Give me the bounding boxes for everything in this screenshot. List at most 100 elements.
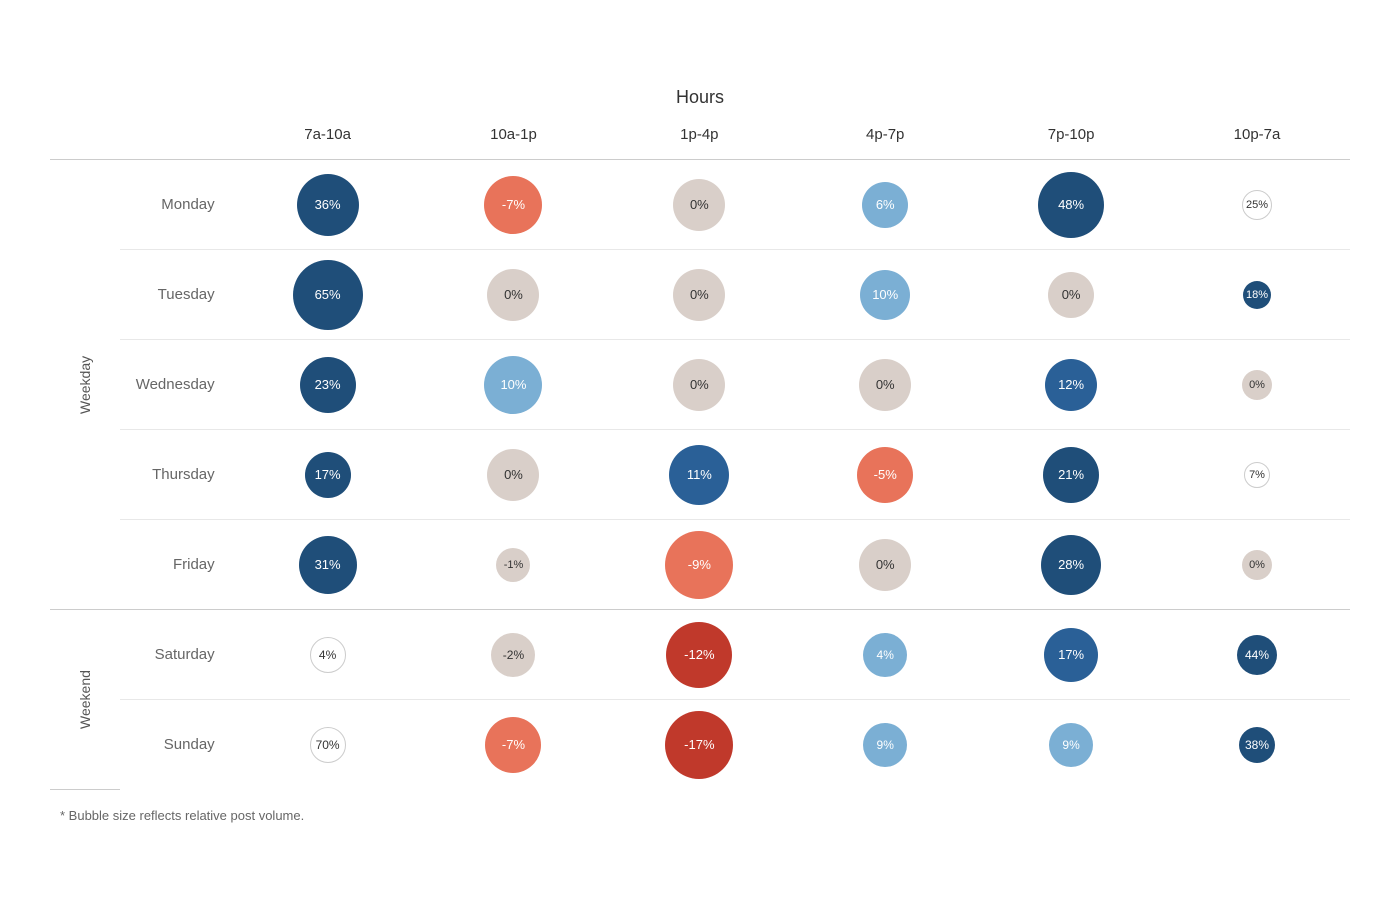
day-label-friday: Friday <box>120 520 235 610</box>
col-header-4: 7p-10p <box>978 118 1164 160</box>
bubble: 25% <box>1242 190 1272 220</box>
cell-tuesday-col1: 0% <box>421 250 607 340</box>
table-row: Sunday 70% -7% -17% 9% 9% 38% <box>50 700 1350 790</box>
bubble: 0% <box>673 179 725 231</box>
cell-friday-col5: 0% <box>1164 520 1350 610</box>
bubble: 65% <box>293 260 363 330</box>
cell-thursday-col4: 21% <box>978 430 1164 520</box>
cell-wednesday-col3: 0% <box>792 340 978 430</box>
bubble: 17% <box>1044 628 1098 682</box>
bubble: 36% <box>297 174 359 236</box>
cell-tuesday-col2: 0% <box>606 250 792 340</box>
bubble: 9% <box>1049 723 1093 767</box>
bubble: 31% <box>299 536 357 594</box>
day-label-wednesday: Wednesday <box>120 340 235 430</box>
bubble: 4% <box>863 633 907 677</box>
bubble: 0% <box>859 539 911 591</box>
bubble: 9% <box>863 723 907 767</box>
bubble: -2% <box>491 633 535 677</box>
cell-tuesday-col3: 10% <box>792 250 978 340</box>
cell-wednesday-col2: 0% <box>606 340 792 430</box>
col-header-2: 1p-4p <box>606 118 792 160</box>
bubble: -7% <box>484 176 542 234</box>
bubble: -17% <box>665 711 733 779</box>
bubble: 0% <box>1242 370 1272 400</box>
bubble: 44% <box>1237 635 1277 675</box>
cell-thursday-col3: -5% <box>792 430 978 520</box>
cell-saturday-col0: 4% <box>235 610 421 700</box>
cell-sunday-col5: 38% <box>1164 700 1350 790</box>
bubble: 0% <box>1242 550 1272 580</box>
cell-tuesday-col0: 65% <box>235 250 421 340</box>
cell-thursday-col5: 7% <box>1164 430 1350 520</box>
day-label-saturday: Saturday <box>120 610 235 700</box>
cell-thursday-col0: 17% <box>235 430 421 520</box>
cell-sunday-col4: 9% <box>978 700 1164 790</box>
bubble: 7% <box>1244 462 1270 488</box>
bubble: 48% <box>1038 172 1104 238</box>
bubble: 38% <box>1239 727 1275 763</box>
cell-thursday-col2: 11% <box>606 430 792 520</box>
section-label-0: Weekday <box>50 160 120 610</box>
table-row: WeekendSaturday4%-2%-12%4%17%44% <box>50 610 1350 700</box>
chart-table: 7a-10a10a-1p1p-4p4p-7p7p-10p10p-7a Weekd… <box>50 118 1350 790</box>
cell-wednesday-col5: 0% <box>1164 340 1350 430</box>
bubble: 4% <box>310 637 346 673</box>
cell-monday-col3: 6% <box>792 160 978 250</box>
col-header-5: 10p-7a <box>1164 118 1350 160</box>
cell-friday-col0: 31% <box>235 520 421 610</box>
bubble: 70% <box>310 727 346 763</box>
bubble: 10% <box>860 270 910 320</box>
bubble: -9% <box>665 531 733 599</box>
cell-friday-col3: 0% <box>792 520 978 610</box>
cell-monday-col5: 25% <box>1164 160 1350 250</box>
bubble: 18% <box>1243 281 1271 309</box>
bubble: 0% <box>673 359 725 411</box>
bubble: 6% <box>862 182 908 228</box>
day-label-thursday: Thursday <box>120 430 235 520</box>
cell-wednesday-col4: 12% <box>978 340 1164 430</box>
cell-friday-col1: -1% <box>421 520 607 610</box>
cell-monday-col0: 36% <box>235 160 421 250</box>
footnote: * Bubble size reflects relative post vol… <box>50 808 1350 823</box>
cell-sunday-col3: 9% <box>792 700 978 790</box>
table-row: Wednesday23% 10% 0% 0% 12% 0% <box>50 340 1350 430</box>
day-label-tuesday: Tuesday <box>120 250 235 340</box>
cell-saturday-col3: 4% <box>792 610 978 700</box>
cell-wednesday-col0: 23% <box>235 340 421 430</box>
table-row: Friday 31% -1% -9% 0% 28% 0% <box>50 520 1350 610</box>
bubble: 0% <box>673 269 725 321</box>
cell-friday-col2: -9% <box>606 520 792 610</box>
col-header-1: 10a-1p <box>421 118 607 160</box>
bubble: 10% <box>484 356 542 414</box>
bubble: 12% <box>1045 359 1097 411</box>
cell-saturday-col5: 44% <box>1164 610 1350 700</box>
day-label-sunday: Sunday <box>120 700 235 790</box>
table-row: Tuesday 65% 0% 0% 10% 0% 18% <box>50 250 1350 340</box>
cell-saturday-col1: -2% <box>421 610 607 700</box>
cell-saturday-col2: -12% <box>606 610 792 700</box>
bubble: 21% <box>1043 447 1099 503</box>
day-label-monday: Monday <box>120 160 235 250</box>
bubble: 28% <box>1041 535 1101 595</box>
cell-tuesday-col5: 18% <box>1164 250 1350 340</box>
bubble: -1% <box>496 548 530 582</box>
chart-container: Hours 7a-10a10a-1p1p-4p4p-7p7p-10p10p-7a… <box>30 57 1370 843</box>
table-row: Thursday17%0%11%-5%21%7% <box>50 430 1350 520</box>
bubble: 0% <box>487 269 539 321</box>
chart-title: Hours <box>50 87 1350 108</box>
cell-saturday-col4: 17% <box>978 610 1164 700</box>
cell-tuesday-col4: 0% <box>978 250 1164 340</box>
bubble: 17% <box>305 452 351 498</box>
bubble: 11% <box>669 445 729 505</box>
header-empty-2 <box>120 118 235 160</box>
section-label-1: Weekend <box>50 610 120 790</box>
cell-monday-col4: 48% <box>978 160 1164 250</box>
col-header-0: 7a-10a <box>235 118 421 160</box>
cell-sunday-col1: -7% <box>421 700 607 790</box>
cell-sunday-col2: -17% <box>606 700 792 790</box>
cell-sunday-col0: 70% <box>235 700 421 790</box>
bubble: -12% <box>666 622 732 688</box>
header-empty-1 <box>50 118 120 160</box>
bubble: 0% <box>859 359 911 411</box>
